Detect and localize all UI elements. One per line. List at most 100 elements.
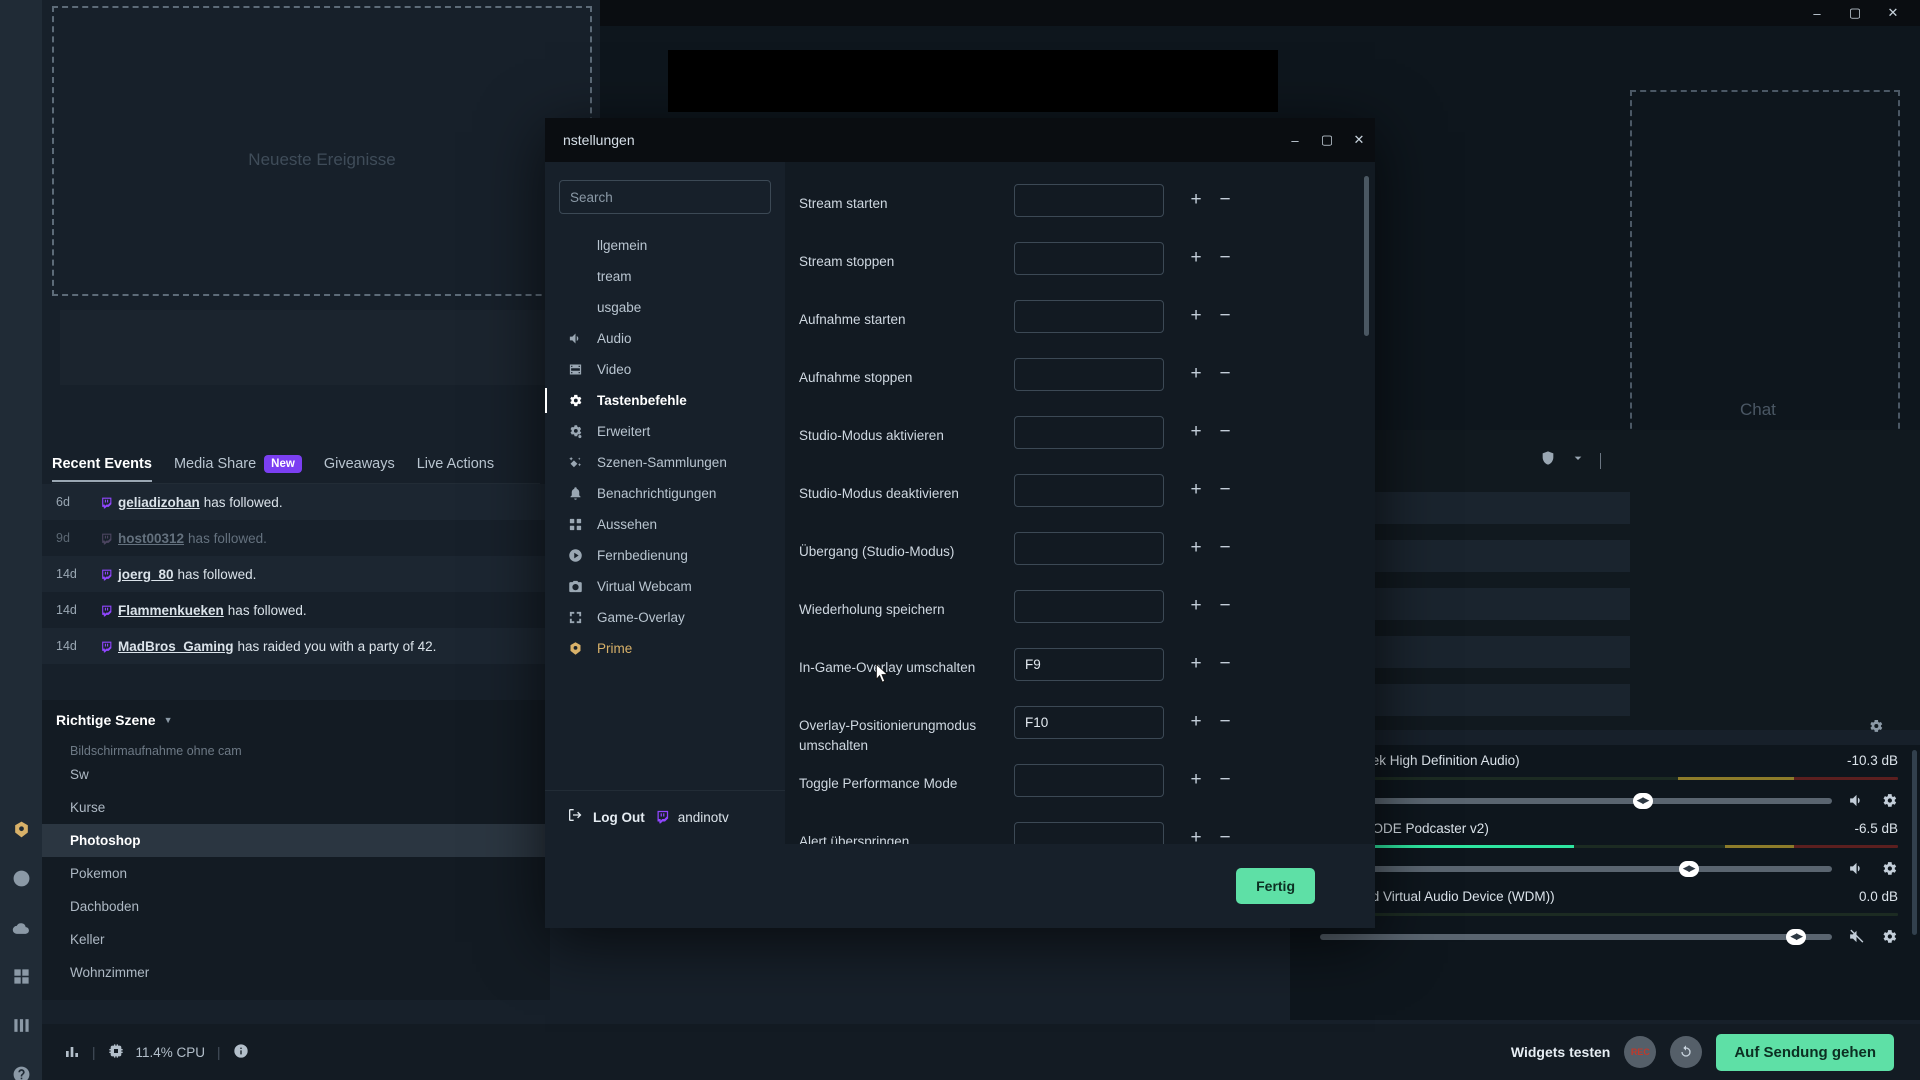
event-username[interactable]: MadBros_Gaming <box>118 639 234 654</box>
settings-nav-item-szenen-sammlungen[interactable]: Szenen-Sammlungen <box>545 447 785 478</box>
events-tab[interactable]: Giveaways <box>324 456 395 482</box>
remove-hotkey-button[interactable]: − <box>1218 190 1232 209</box>
events-tab[interactable]: Recent Events <box>52 456 152 482</box>
scene-item[interactable]: Pokemon <box>42 857 550 890</box>
chat-toolbar[interactable] <box>1540 450 1601 471</box>
add-hotkey-button[interactable]: + <box>1189 480 1203 499</box>
add-hotkey-button[interactable]: + <box>1189 770 1203 789</box>
mixer-scrollbar[interactable] <box>1912 750 1917 935</box>
modal-close-button[interactable]: ✕ <box>1343 118 1375 162</box>
modal-maximize-button[interactable]: ▢ <box>1311 118 1343 162</box>
hotkey-input[interactable] <box>1014 242 1164 275</box>
settings-nav-item-video[interactable]: Video <box>545 354 785 385</box>
hotkey-input[interactable] <box>1014 474 1164 507</box>
info-icon[interactable] <box>233 1043 249 1062</box>
scene-item[interactable]: Dachboden <box>42 890 550 923</box>
mixer-volume-slider[interactable]: ◀▶ <box>1320 792 1832 809</box>
scene-item[interactable]: Keller <box>42 923 550 956</box>
modal-minimize-button[interactable]: – <box>1279 118 1311 162</box>
hotkey-input[interactable] <box>1014 648 1164 681</box>
remove-hotkey-button[interactable]: − <box>1218 306 1232 325</box>
settings-nav-item-usgabe[interactable]: usgabe <box>545 292 785 323</box>
done-button[interactable]: Fertig <box>1236 868 1315 904</box>
add-hotkey-button[interactable]: + <box>1189 248 1203 267</box>
mixer-slider-knob[interactable]: ◀▶ <box>1678 860 1699 877</box>
add-hotkey-button[interactable]: + <box>1189 306 1203 325</box>
hotkey-input[interactable] <box>1014 358 1164 391</box>
scene-selector[interactable]: Richtige Szene ▼ <box>42 700 550 736</box>
settings-nav-item-tastenbefehle[interactable]: Tastenbefehle <box>545 385 785 416</box>
go-live-button[interactable]: Auf Sendung gehen <box>1716 1033 1894 1071</box>
scene-item[interactable]: Bildschirmaufnahme ohne cam <box>42 736 550 758</box>
mixer-settings-gear-icon[interactable] <box>1881 928 1898 945</box>
log-out-button[interactable]: Log Out <box>593 810 645 825</box>
hotkey-input[interactable] <box>1014 706 1164 739</box>
remove-hotkey-button[interactable]: − <box>1218 654 1232 673</box>
add-hotkey-button[interactable]: + <box>1189 538 1203 557</box>
remove-hotkey-button[interactable]: − <box>1218 422 1232 441</box>
mixer-volume-slider[interactable]: ◀▶ <box>1320 928 1832 945</box>
help-icon[interactable] <box>10 1065 32 1080</box>
remove-hotkey-button[interactable]: − <box>1218 538 1232 557</box>
settings-nav-item-game-overlay[interactable]: Game-Overlay <box>545 602 785 633</box>
record-button[interactable]: REC <box>1624 1036 1657 1068</box>
settings-nav-item-tream[interactable]: tream <box>545 261 785 292</box>
account-indicator[interactable]: andinotv <box>655 809 729 827</box>
search-input[interactable] <box>559 180 771 214</box>
replay-buffer-button[interactable] <box>1670 1036 1703 1068</box>
settings-nav-item-prime[interactable]: Prime <box>545 633 785 664</box>
apps-grid-icon[interactable] <box>10 967 32 986</box>
hotkey-input[interactable] <box>1014 822 1164 844</box>
scene-item[interactable]: Wohnzimmer <box>42 956 550 989</box>
remove-hotkey-button[interactable]: − <box>1218 364 1232 383</box>
clock-icon[interactable] <box>10 869 32 888</box>
settings-nav-item-fernbedienung[interactable]: Fernbedienung <box>545 540 785 571</box>
add-hotkey-button[interactable]: + <box>1189 596 1203 615</box>
settings-nav-item-virtual-webcam[interactable]: Virtual Webcam <box>545 571 785 602</box>
settings-nav-item-audio[interactable]: Audio <box>545 323 785 354</box>
hotkey-input[interactable] <box>1014 416 1164 449</box>
mixer-settings-gear-icon[interactable] <box>1881 860 1898 877</box>
chevron-down-icon[interactable] <box>1570 450 1586 471</box>
chat-settings-gear-icon[interactable] <box>1868 718 1884 739</box>
events-tab[interactable]: Live Actions <box>417 456 494 482</box>
hotkey-input[interactable] <box>1014 764 1164 797</box>
content-scrollbar[interactable] <box>1364 176 1369 336</box>
logout-icon[interactable] <box>567 807 583 828</box>
maximize-button[interactable]: ▢ <box>1836 0 1874 26</box>
scene-item[interactable]: Sw <box>42 758 550 791</box>
mute-icon[interactable] <box>1848 928 1865 945</box>
scene-item[interactable]: Kurse <box>42 791 550 824</box>
remove-hotkey-button[interactable]: − <box>1218 712 1232 731</box>
hotkey-input[interactable] <box>1014 532 1164 565</box>
remove-hotkey-button[interactable]: − <box>1218 596 1232 615</box>
speaker-icon[interactable] <box>1848 860 1865 877</box>
test-widgets-button[interactable]: Widgets testen <box>1511 1044 1610 1060</box>
event-username[interactable]: geliadizohan <box>118 495 200 510</box>
cloud-icon[interactable] <box>10 918 32 937</box>
speaker-icon[interactable] <box>1848 792 1865 809</box>
mixer-slider-knob[interactable]: ◀▶ <box>1786 928 1807 945</box>
settings-nav-item-erweitert[interactable]: Erweitert <box>545 416 785 447</box>
remove-hotkey-button[interactable]: − <box>1218 248 1232 267</box>
event-username[interactable]: joerg_80 <box>118 567 174 582</box>
add-hotkey-button[interactable]: + <box>1189 654 1203 673</box>
remove-hotkey-button[interactable]: − <box>1218 480 1232 499</box>
mixer-slider-knob[interactable]: ◀▶ <box>1632 792 1653 809</box>
mixer-settings-gear-icon[interactable] <box>1881 792 1898 809</box>
chevron-down-icon[interactable]: ▼ <box>164 715 173 725</box>
settings-nav-item-llgemein[interactable]: llgemein <box>545 230 785 261</box>
prime-icon[interactable] <box>10 820 32 839</box>
settings-nav-item-benachrichtigungen[interactable]: Benachrichtigungen <box>545 478 785 509</box>
add-hotkey-button[interactable]: + <box>1189 828 1203 844</box>
hotkey-input[interactable] <box>1014 590 1164 623</box>
scene-item[interactable]: Photoshop <box>42 824 550 857</box>
add-hotkey-button[interactable]: + <box>1189 422 1203 441</box>
hotkey-input[interactable] <box>1014 300 1164 333</box>
remove-hotkey-button[interactable]: − <box>1218 770 1232 789</box>
minimize-button[interactable]: – <box>1798 0 1836 26</box>
events-tab[interactable]: Media Share <box>174 456 256 482</box>
add-hotkey-button[interactable]: + <box>1189 190 1203 209</box>
event-username[interactable]: host00312 <box>118 531 184 546</box>
mixer-volume-slider[interactable]: ◀▶ <box>1320 860 1832 877</box>
